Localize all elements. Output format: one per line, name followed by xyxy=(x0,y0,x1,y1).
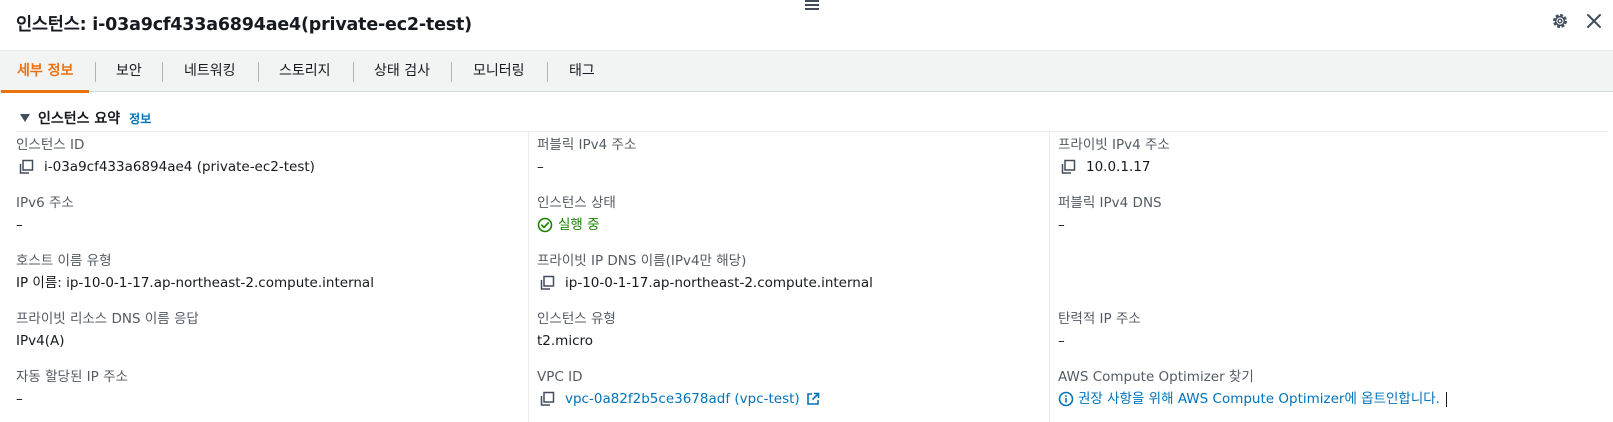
field-instance-state: 인스턴스 상태 실행 중 xyxy=(537,194,616,234)
instance-id-value: i-03a9cf433a6894ae4 (private-ec2-test) xyxy=(44,159,315,175)
column-divider xyxy=(528,132,529,422)
compute-optimizer-link[interactable]: 권장 사항을 위해 AWS Compute Optimizer에 옵트인합니다. xyxy=(1078,390,1440,408)
field-elastic-ip: 탄력적 IP 주소 – xyxy=(1058,310,1141,350)
hostname-type-value: IP 이름: ip-10-0-1-17.ap-northeast-2.compu… xyxy=(16,275,374,291)
tab-status-checks[interactable]: 상태 검사 xyxy=(374,51,430,92)
field-vpc-id: VPC ID vpc-0a82f2b5ce3678adf (vpc-test) xyxy=(537,368,820,408)
tab-divider xyxy=(353,62,354,82)
drag-handle-icon[interactable] xyxy=(805,0,819,10)
auto-ip-value: – xyxy=(16,391,23,407)
field-label: 인스턴스 유형 xyxy=(537,311,616,327)
gear-icon[interactable] xyxy=(1550,11,1570,31)
field-label: 탄력적 IP 주소 xyxy=(1058,311,1141,327)
tab-details[interactable]: 세부 정보 xyxy=(0,51,90,93)
elastic-ip-value: – xyxy=(1058,333,1065,349)
public-dns-value: – xyxy=(1058,217,1065,233)
field-compute-optimizer: AWS Compute Optimizer 찾기 권장 사항을 위해 AWS C… xyxy=(1058,368,1447,408)
instance-type-value: t2.micro xyxy=(537,333,594,349)
instance-summary-toggle[interactable]: 인스턴스 요약 정보 xyxy=(20,108,151,128)
field-label: IPv6 주소 xyxy=(16,195,74,211)
private-ip-dns-value: ip-10-0-1-17.ap-northeast-2.compute.inte… xyxy=(565,275,873,291)
field-label: 호스트 이름 유형 xyxy=(16,253,112,269)
tab-tags[interactable]: 태그 xyxy=(569,51,595,92)
private-ipv4-value: 10.0.1.17 xyxy=(1086,159,1151,175)
field-label: 인스턴스 상태 xyxy=(537,195,616,211)
private-dns-answer-value: IPv4(A) xyxy=(16,333,65,349)
section-title: 인스턴스 요약 xyxy=(38,111,121,127)
tab-divider xyxy=(547,62,548,82)
page-title: 인스턴스: i-03a9cf433a6894ae4(private-ec2-te… xyxy=(16,15,472,35)
field-private-ip-dns: 프라이빗 IP DNS 이름(IPv4만 해당) ip-10-0-1-17.ap… xyxy=(537,252,873,292)
field-hostname-type: 호스트 이름 유형 IP 이름: ip-10-0-1-17.ap-northea… xyxy=(16,252,374,292)
tab-monitoring[interactable]: 모니터링 xyxy=(473,51,525,92)
field-label: 프라이빗 리소스 DNS 이름 응답 xyxy=(16,311,199,327)
field-label: 자동 할당된 IP 주소 xyxy=(16,369,128,385)
tab-divider xyxy=(162,62,163,82)
close-icon[interactable] xyxy=(1584,11,1604,31)
caret-down-icon xyxy=(20,114,30,122)
field-label: 퍼블릭 IPv4 주소 xyxy=(537,137,637,153)
tab-networking[interactable]: 네트워킹 xyxy=(184,51,236,92)
check-circle-icon xyxy=(537,217,553,233)
field-label: 인스턴스 ID xyxy=(16,137,85,153)
field-instance-id: 인스턴스 ID i-03a9cf433a6894ae4 (private-ec2… xyxy=(16,136,315,176)
field-instance-type: 인스턴스 유형 t2.micro xyxy=(537,310,616,350)
instance-state-value: 실행 중 xyxy=(558,217,600,233)
copy-icon[interactable] xyxy=(1060,159,1076,175)
panel-header: 인스턴스: i-03a9cf433a6894ae4(private-ec2-te… xyxy=(0,0,1613,50)
field-label: 프라이빗 IPv4 주소 xyxy=(1058,137,1170,153)
tab-divider xyxy=(258,62,259,82)
field-ipv6: IPv6 주소 – xyxy=(16,194,74,234)
copy-icon[interactable] xyxy=(539,391,555,407)
info-link[interactable]: 정보 xyxy=(129,110,151,127)
field-label: VPC ID xyxy=(537,369,583,385)
field-public-ipv4: 퍼블릭 IPv4 주소 – xyxy=(537,136,636,176)
section-divider xyxy=(16,131,1608,132)
tab-divider xyxy=(451,62,452,82)
tab-divider xyxy=(95,62,96,82)
column-divider xyxy=(1049,132,1050,422)
external-link-icon[interactable] xyxy=(806,392,820,406)
public-ipv4-value: – xyxy=(537,159,544,175)
field-private-ipv4: 프라이빗 IPv4 주소 10.0.1.17 xyxy=(1058,136,1170,176)
field-label: 프라이빗 IP DNS 이름(IPv4만 해당) xyxy=(537,253,747,269)
field-auto-assigned-ip: 자동 할당된 IP 주소 – xyxy=(16,368,128,408)
field-label: 퍼블릭 IPv4 DNS xyxy=(1058,195,1162,211)
ipv6-value: – xyxy=(16,217,23,233)
info-circle-icon xyxy=(1058,391,1074,407)
field-label: AWS Compute Optimizer 찾기 xyxy=(1058,369,1254,385)
instance-details-panel: 인스턴스: i-03a9cf433a6894ae4(private-ec2-te… xyxy=(0,0,1613,422)
tab-storage[interactable]: 스토리지 xyxy=(279,51,331,92)
copy-icon[interactable] xyxy=(18,159,34,175)
field-private-dns-answer: 프라이빗 리소스 DNS 이름 응답 IPv4(A) xyxy=(16,310,199,350)
tab-security[interactable]: 보안 xyxy=(116,51,142,92)
tab-bar: 세부 정보 보안 네트워킹 스토리지 상태 검사 모니터링 태그 xyxy=(0,50,1613,93)
vpc-id-link[interactable]: vpc-0a82f2b5ce3678adf (vpc-test) xyxy=(565,390,800,408)
text-cursor xyxy=(1445,391,1447,407)
field-public-dns: 퍼블릭 IPv4 DNS – xyxy=(1058,194,1162,234)
copy-icon[interactable] xyxy=(539,275,555,291)
